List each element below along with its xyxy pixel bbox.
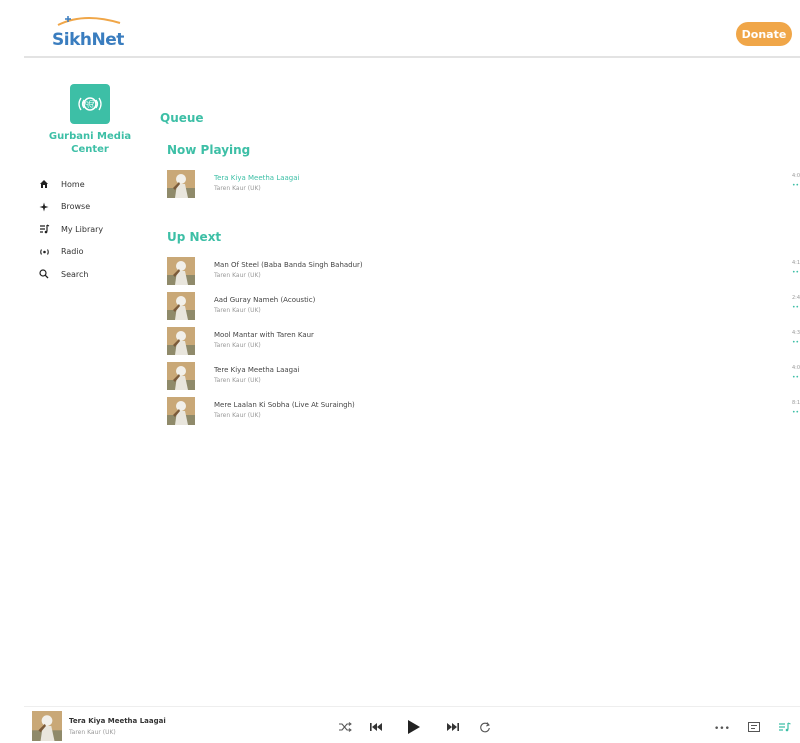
skip-next-icon bbox=[447, 723, 459, 731]
queue-icon bbox=[779, 722, 791, 732]
track-artist: Taren Kaur (UK) bbox=[214, 377, 261, 384]
track-title: Mere Laalan Ki Sobha (Live At Suraingh) bbox=[214, 401, 355, 409]
sidebar-item-label: Radio bbox=[61, 247, 84, 257]
track-title: Mool Mantar with Taren Kaur bbox=[214, 331, 314, 339]
album-art bbox=[167, 257, 195, 285]
sidebar-item-label: Home bbox=[61, 179, 85, 189]
radio-icon bbox=[38, 246, 50, 258]
player-track-artist[interactable]: Taren Kaur (UK) bbox=[69, 729, 116, 736]
logo-roof-icon bbox=[57, 16, 121, 26]
app-name: Gurbani Media Center bbox=[48, 131, 132, 155]
shuffle-icon bbox=[339, 722, 352, 732]
sidebar-item-browse[interactable]: Browse bbox=[38, 196, 148, 219]
track-duration: 4:06 bbox=[792, 173, 800, 179]
browse-icon bbox=[38, 201, 50, 213]
queue-item[interactable]: Man Of Steel (Baba Banda Singh Bahadur) … bbox=[167, 257, 800, 289]
track-artist: Taren Kaur (UK) bbox=[214, 412, 261, 419]
sikhnet-logo[interactable]: SikhNet bbox=[52, 16, 124, 50]
track-title: Tere Kiya Meetha Laagai bbox=[214, 366, 300, 374]
sidebar-item-home[interactable]: Home bbox=[38, 173, 148, 196]
library-icon bbox=[38, 223, 50, 235]
more-options-icon[interactable]: ••• bbox=[792, 339, 800, 346]
now-playing-track[interactable]: Tera Kiya Meetha Laagai Taren Kaur (UK) … bbox=[167, 170, 800, 202]
track-duration: 2:41 bbox=[792, 295, 800, 301]
now-playing-album-art[interactable] bbox=[32, 711, 62, 741]
play-icon bbox=[408, 720, 420, 734]
track-title: Tera Kiya Meetha Laagai bbox=[214, 174, 300, 182]
up-next-heading: Up Next bbox=[167, 230, 222, 244]
sidebar-item-radio[interactable]: Radio bbox=[38, 241, 148, 264]
track-duration: 4:06 bbox=[792, 365, 800, 371]
player-bar: Tera Kiya Meetha Laagai Taren Kaur (UK) … bbox=[24, 706, 800, 743]
album-art bbox=[167, 397, 195, 425]
track-artist: Taren Kaur (UK) bbox=[214, 307, 261, 314]
sidebar-item-search[interactable]: Search bbox=[38, 263, 148, 286]
track-artist: Taren Kaur (UK) bbox=[214, 342, 261, 349]
album-art bbox=[167, 292, 195, 320]
album-art bbox=[167, 362, 195, 390]
lyrics-icon bbox=[748, 722, 760, 732]
album-art bbox=[167, 327, 195, 355]
lyrics-button[interactable] bbox=[748, 722, 760, 732]
more-options-icon[interactable]: ••• bbox=[714, 724, 730, 734]
sidebar-nav: Home Browse My Library Radio Search bbox=[38, 173, 148, 286]
sidebar-item-my-library[interactable]: My Library bbox=[38, 218, 148, 241]
donate-button[interactable]: Donate bbox=[736, 22, 792, 46]
queue-item[interactable]: Mere Laalan Ki Sobha (Live At Suraingh) … bbox=[167, 397, 800, 429]
shuffle-button[interactable] bbox=[338, 722, 352, 732]
logo-text: SikhNet bbox=[52, 30, 124, 50]
skip-previous-icon bbox=[370, 723, 382, 731]
more-options-icon[interactable]: ••• bbox=[792, 304, 800, 311]
more-options-icon[interactable]: ••• bbox=[792, 182, 800, 189]
queue-item[interactable]: Tere Kiya Meetha Laagai Taren Kaur (UK) … bbox=[167, 362, 800, 394]
sidebar-item-label: Browse bbox=[61, 202, 91, 212]
repeat-icon bbox=[480, 722, 490, 733]
track-artist: Taren Kaur (UK) bbox=[214, 272, 261, 279]
player-track-title[interactable]: Tera Kiya Meetha Laagai bbox=[69, 717, 166, 725]
gurbani-app-icon[interactable]: ੴ bbox=[70, 84, 110, 124]
sidebar-item-label: Search bbox=[61, 269, 89, 279]
sidebar-item-label: My Library bbox=[61, 224, 104, 234]
track-title: Man Of Steel (Baba Banda Singh Bahadur) bbox=[214, 261, 363, 269]
track-artist: Taren Kaur (UK) bbox=[214, 185, 261, 192]
track-duration: 4:33 bbox=[792, 330, 800, 336]
page-title: Queue bbox=[160, 111, 204, 125]
more-options-icon[interactable]: ••• bbox=[792, 409, 800, 416]
queue-item[interactable]: Aad Guray Nameh (Acoustic) Taren Kaur (U… bbox=[167, 292, 800, 324]
repeat-button[interactable] bbox=[479, 722, 491, 733]
next-button[interactable] bbox=[446, 722, 460, 732]
now-playing-heading: Now Playing bbox=[167, 143, 251, 157]
more-options-icon[interactable]: ••• bbox=[792, 374, 800, 381]
track-title: Aad Guray Nameh (Acoustic) bbox=[214, 296, 316, 304]
more-options-icon[interactable]: ••• bbox=[792, 269, 800, 276]
play-button[interactable] bbox=[407, 719, 421, 735]
search-icon bbox=[38, 268, 50, 280]
queue-button[interactable] bbox=[778, 722, 792, 732]
album-art bbox=[167, 170, 195, 198]
top-header: SikhNet Donate bbox=[24, 12, 800, 58]
queue-item[interactable]: Mool Mantar with Taren Kaur Taren Kaur (… bbox=[167, 327, 800, 359]
home-icon bbox=[38, 178, 50, 190]
track-duration: 4:17 bbox=[792, 260, 800, 266]
ek-onkar-broadcast-icon: ੴ bbox=[78, 97, 102, 111]
track-duration: 8:14 bbox=[792, 400, 800, 406]
previous-button[interactable] bbox=[369, 722, 383, 732]
